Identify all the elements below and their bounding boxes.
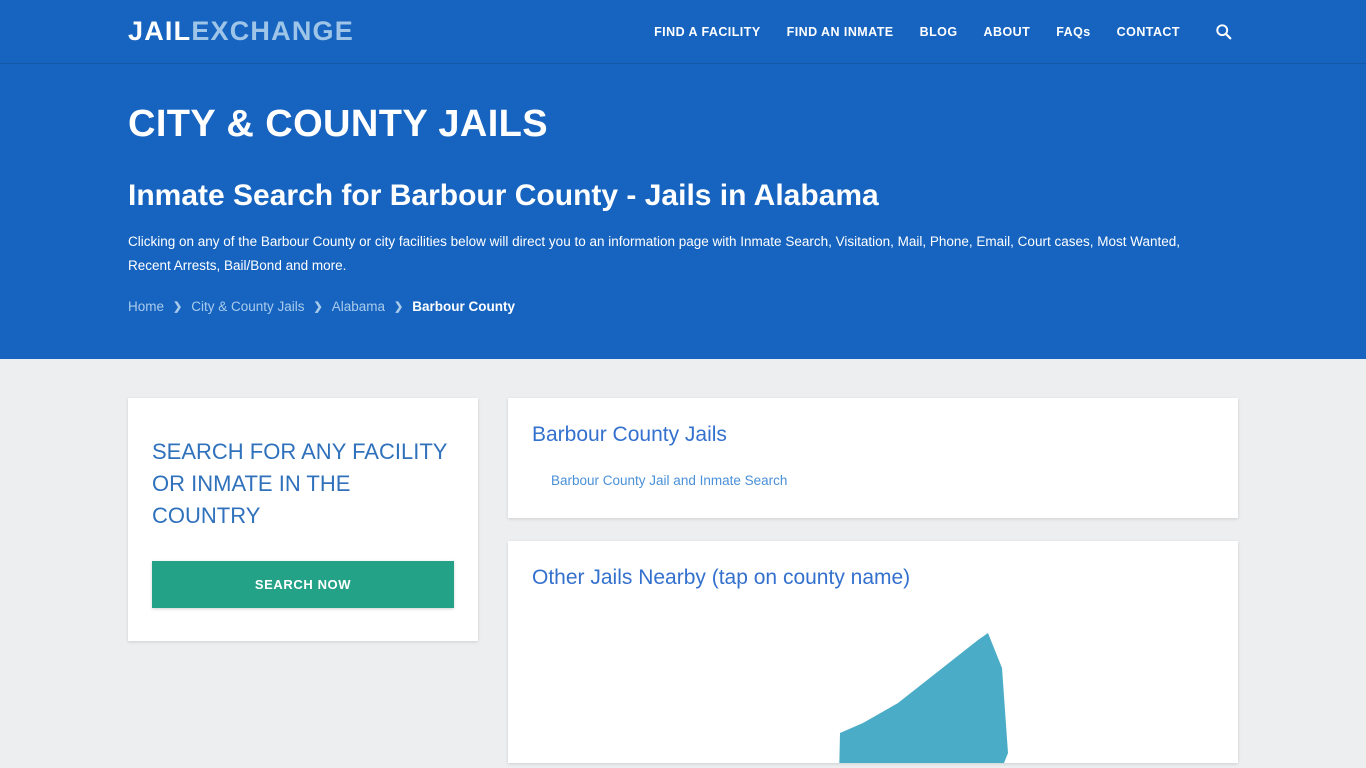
page-subtitle: Inmate Search for Barbour County - Jails… <box>128 178 879 212</box>
logo-text-jail: JAIL <box>128 16 192 46</box>
county-shape-russell[interactable] <box>838 633 1063 763</box>
county-jails-heading: Barbour County Jails <box>532 423 727 446</box>
breadcrumb-item-home[interactable]: Home <box>128 299 164 314</box>
breadcrumb-separator-icon: ❯ <box>394 300 404 313</box>
search-facility-card: SEARCH FOR ANY FACILITY OR INMATE IN THE… <box>128 398 478 642</box>
breadcrumb-item-alabama[interactable]: Alabama <box>332 299 385 314</box>
nearby-jails-map-card: Other Jails Nearby (tap on county name) … <box>508 541 1238 763</box>
main-nav: FIND A FACILITY FIND AN INMATE BLOG ABOU… <box>641 0 1238 64</box>
site-logo[interactable]: JAILEXCHANGE <box>128 18 354 45</box>
breadcrumb: Home ❯ City & County Jails ❯ Alabama ❯ B… <box>128 299 1238 314</box>
nav-item-find-a-facility[interactable]: FIND A FACILITY <box>641 0 774 64</box>
nav-item-faqs[interactable]: FAQs <box>1043 0 1103 64</box>
nav-item-find-an-inmate[interactable]: FIND AN INMATE <box>774 0 907 64</box>
jail-link-barbour-county[interactable]: Barbour County Jail and Inmate Search <box>551 473 787 488</box>
nav-item-about[interactable]: ABOUT <box>971 0 1044 64</box>
county-map-svg[interactable] <box>508 593 1238 763</box>
list-item: Barbour County Jail and Inmate Search <box>532 472 1214 490</box>
nav-item-blog[interactable]: BLOG <box>907 0 971 64</box>
search-icon[interactable] <box>1193 23 1238 40</box>
page-description: Clicking on any of the Barbour County or… <box>128 234 1180 273</box>
search-card-heading: SEARCH FOR ANY FACILITY OR INMATE IN THE… <box>152 439 448 529</box>
main-content: SEARCH FOR ANY FACILITY OR INMATE IN THE… <box>0 359 1366 763</box>
left-column: SEARCH FOR ANY FACILITY OR INMATE IN THE… <box>128 398 478 642</box>
county-jails-card: Barbour County Jails Barbour County Jail… <box>508 398 1238 518</box>
nearby-jails-heading: Other Jails Nearby (tap on county name) <box>532 566 911 589</box>
breadcrumb-separator-icon: ❯ <box>173 300 183 313</box>
county-map[interactable]: Russell <box>508 593 1238 763</box>
logo-text-exchange: EXCHANGE <box>191 16 354 46</box>
right-column: Barbour County Jails Barbour County Jail… <box>508 398 1238 763</box>
nav-item-contact[interactable]: CONTACT <box>1104 0 1193 64</box>
breadcrumb-item-current: Barbour County <box>412 298 516 314</box>
breadcrumb-item-city-county-jails[interactable]: City & County Jails <box>191 299 304 314</box>
jail-link-list: Barbour County Jail and Inmate Search <box>532 472 1214 490</box>
top-navigation-bar: JAILEXCHANGE FIND A FACILITY FIND AN INM… <box>0 0 1366 64</box>
search-now-button[interactable]: SEARCH NOW <box>152 561 454 609</box>
hero-section: CITY & COUNTY JAILS Inmate Search for Ba… <box>0 64 1366 359</box>
page-title: CITY & COUNTY JAILS <box>128 103 549 145</box>
breadcrumb-separator-icon: ❯ <box>313 300 323 313</box>
